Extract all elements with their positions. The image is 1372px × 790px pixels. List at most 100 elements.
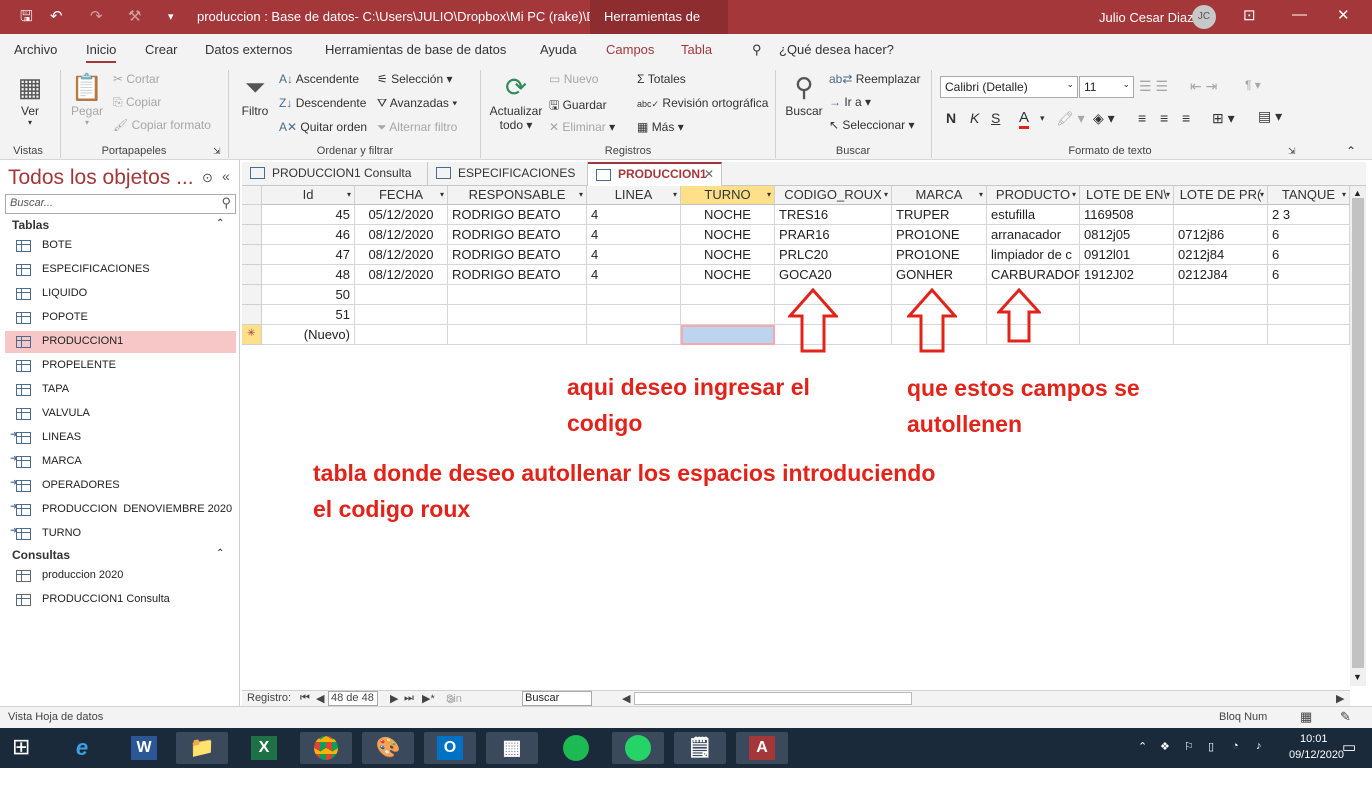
quick-access-menu-icon[interactable]: ▾ [168, 8, 174, 26]
indent-icon[interactable]: ⇤ ⇥ [1190, 78, 1217, 95]
volume-icon[interactable]: ♪ [1256, 740, 1262, 752]
copiar-formato-button[interactable]: 🖌 Copiar formato [113, 118, 211, 132]
new-record-selector[interactable]: ✳ [242, 325, 262, 345]
tab-produccion1[interactable]: PRODUCCION1 ✕ [588, 162, 722, 186]
reemplazar-button[interactable]: ab⇄ Reemplazar [829, 72, 920, 86]
ir-a-button[interactable]: → Ir a ▾ [829, 95, 871, 109]
table-cell-turno[interactable]: NOCHE [681, 265, 775, 285]
table-cell-lote-envase[interactable] [1080, 305, 1174, 325]
collapse-pane-icon[interactable]: « [222, 168, 230, 184]
ver-button[interactable]: ▦ Ver ▾ [12, 70, 48, 127]
tab-especificaciones[interactable]: ESPECIFICACIONES [428, 162, 588, 186]
highlight-icon[interactable]: 🖍 ▾ [1056, 110, 1085, 127]
bold-button[interactable]: N [946, 110, 956, 126]
table-cell-responsable[interactable]: RODRIGO BEATO [448, 265, 587, 285]
outlook-icon[interactable]: O [424, 732, 476, 764]
nav-item-lineas[interactable]: ➜ LINEAS [5, 427, 236, 449]
column-dropdown-icon[interactable]: ▾ [884, 186, 888, 204]
column-header-id[interactable]: Id ▾ [262, 186, 355, 205]
record-selector[interactable] [242, 285, 262, 305]
table-cell-turno[interactable]: NOCHE [681, 245, 775, 265]
align-right-icon[interactable]: ≡ [1182, 110, 1190, 126]
nav-menu-icon[interactable]: ⊙ [202, 170, 213, 186]
underline-button[interactable]: S [991, 110, 1000, 126]
column-dropdown-icon[interactable]: ▾ [1072, 186, 1076, 204]
table-cell-tanque[interactable] [1268, 305, 1350, 325]
table-cell-lote-produccion[interactable] [1174, 305, 1268, 325]
tab-archivo[interactable]: Archivo [14, 42, 57, 57]
design-view-icon[interactable]: ✎ [1340, 709, 1351, 725]
table-cell-lote-produccion[interactable]: 0712j86 [1174, 225, 1268, 245]
nav-item-tapa[interactable]: TAPA [5, 379, 236, 401]
new-record-cell-turno-focused[interactable] [681, 325, 775, 345]
nav-item-propelente[interactable]: PROPELENTE [5, 355, 236, 377]
pegar-button[interactable]: 📋 Pegar ▾ [68, 70, 106, 127]
new-record-cell-tanque[interactable] [1268, 325, 1350, 345]
calculator-icon[interactable]: ▦ [486, 732, 538, 764]
nav-item-query-produccion-2020[interactable]: produccion 2020 [5, 565, 236, 587]
table-cell-tanque[interactable] [1268, 285, 1350, 305]
table-cell-lote-produccion[interactable] [1174, 285, 1268, 305]
save-icon[interactable]: 🖫 [20, 8, 33, 26]
nav-item-produccion-noviembre[interactable]: ➜ PRODUCCION DENOVIEMBRE 2020 [5, 499, 236, 521]
column-dropdown-icon[interactable]: ▾ [1342, 186, 1346, 204]
column-header-linea[interactable]: LINEA ▾ [587, 186, 681, 205]
bullets-icon[interactable]: ☰ ☰ [1139, 78, 1168, 95]
table-cell-fecha[interactable]: 08/12/2020 [355, 265, 448, 285]
table-cell-fecha[interactable]: 08/12/2020 [355, 245, 448, 265]
record-selector[interactable] [242, 205, 262, 225]
column-dropdown-icon[interactable]: ▾ [347, 186, 351, 204]
gridlines-icon[interactable]: ⊞ ▾ [1212, 110, 1235, 127]
nav-item-valvula[interactable]: VALVULA [5, 403, 236, 425]
new-record-cell-linea[interactable] [587, 325, 681, 345]
mas-button[interactable]: ▦ Más ▾ [637, 120, 684, 134]
column-dropdown-icon[interactable]: ▾ [440, 186, 444, 204]
alternar-filtro-button[interactable]: ⏷ Alternar filtro [377, 120, 457, 135]
dialog-launcher-icon[interactable]: ⇲ [1288, 146, 1296, 157]
notifications-icon[interactable]: ▭ [1342, 738, 1356, 756]
column-header-tanque[interactable]: TANQUE ▾ [1268, 186, 1350, 205]
table-cell-lote-produccion[interactable]: 0212j84 [1174, 245, 1268, 265]
table-cell-tanque[interactable]: 6 [1268, 245, 1350, 265]
record-selector[interactable] [242, 245, 262, 265]
avanzadas-button[interactable]: ⛛ Avanzadas ▾ [377, 96, 457, 111]
tab-ayuda[interactable]: Ayuda [540, 42, 577, 57]
hscroll-thumb[interactable] [634, 692, 912, 705]
actualizar-todo-button[interactable]: ⟳ Actualizar todo ▾ [487, 70, 545, 132]
table-cell-responsable[interactable]: RODRIGO BEATO [448, 205, 587, 225]
paragraph-direction-icon[interactable]: ¶ ▾ [1245, 78, 1261, 92]
datasheet-view-icon[interactable]: ▦ [1300, 709, 1312, 725]
ascendente-button[interactable]: A↓ Ascendente [279, 72, 359, 86]
collapse-ribbon-icon[interactable]: ⌃ [1346, 144, 1356, 158]
new-record-cell-responsable[interactable] [448, 325, 587, 345]
table-cell-turno[interactable] [681, 305, 775, 325]
nav-item-turno[interactable]: ➜ TURNO [5, 523, 236, 545]
tray-chevron-icon[interactable]: ⌃ [1138, 740, 1147, 753]
table-cell-tanque[interactable]: 6 [1268, 265, 1350, 285]
column-dropdown-icon[interactable]: ▾ [1166, 186, 1170, 204]
font-family-select[interactable]: Calibri (Detalle) ⌄ [940, 76, 1078, 98]
tab-campos[interactable]: Campos [606, 42, 654, 57]
alternate-row-color-icon[interactable]: ▤ ▾ [1258, 108, 1282, 125]
column-header-lote-produccion[interactable]: LOTE DE PR(▾ [1174, 186, 1268, 205]
scroll-thumb[interactable] [1352, 198, 1364, 668]
seleccionar-button[interactable]: ↖ Seleccionar ▾ [829, 118, 914, 132]
column-dropdown-icon[interactable]: ▾ [979, 186, 983, 204]
table-cell-id[interactable]: 45 [262, 205, 355, 225]
table-cell-responsable[interactable]: RODRIGO BEATO [448, 245, 587, 265]
user-name[interactable]: Julio Cesar Diaz [1099, 10, 1194, 25]
customize-icon[interactable]: ⚒ [128, 8, 141, 26]
edge-icon[interactable]: e [56, 732, 108, 764]
next-record-icon[interactable]: ▶ [390, 692, 398, 705]
table-cell-codigo-roux[interactable]: PRAR16 [775, 225, 892, 245]
nav-item-marca[interactable]: ➜ MARCA [5, 451, 236, 473]
table-cell-linea[interactable]: 4 [587, 245, 681, 265]
table-cell-turno[interactable]: NOCHE [681, 225, 775, 245]
table-cell-marca[interactable]: GONHER [892, 265, 987, 285]
excel-icon[interactable]: X [238, 732, 290, 764]
table-cell-fecha[interactable] [355, 305, 448, 325]
tab-inicio[interactable]: Inicio [86, 42, 117, 63]
tab-herramientas[interactable]: Herramientas de base de datos [325, 42, 506, 57]
whatsapp-icon[interactable] [612, 732, 664, 764]
filtro-button[interactable]: ⏷ Filtro [237, 70, 273, 118]
